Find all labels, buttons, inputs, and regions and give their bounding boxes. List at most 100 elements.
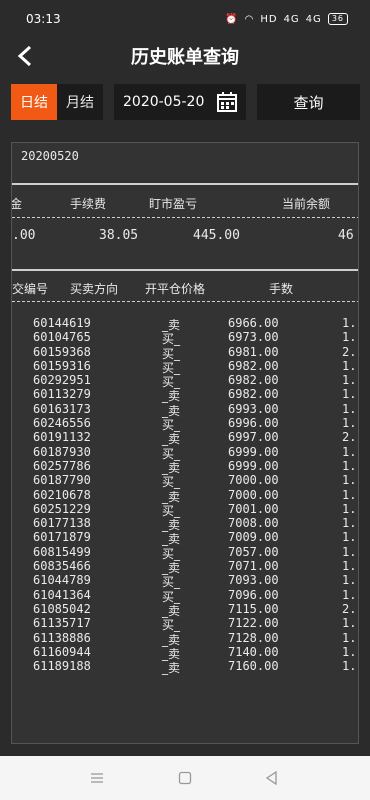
trade-price: 6966.00 — [228, 316, 279, 330]
trade-id: 60104765 — [33, 330, 91, 345]
trade-row: 60159368 买_ 6981.00 2. — [12, 344, 358, 361]
trade-row: 60187930 买_ 6999.00 1. — [12, 444, 358, 461]
menu-icon[interactable] — [89, 770, 105, 786]
date-picker[interactable]: 2020-05-20 — [114, 84, 246, 120]
statement-date: 20200520 — [21, 149, 79, 163]
trade-quantity: 1. — [342, 487, 357, 502]
back-icon[interactable] — [264, 770, 280, 786]
status-time: 03:13 — [26, 12, 61, 26]
column-header: 开平仓价格 — [145, 282, 206, 296]
trade-price: 6999.00 — [228, 458, 279, 473]
divider — [12, 183, 358, 185]
summary-value: 38.05 — [99, 228, 139, 243]
trade-id: 60163173 — [33, 401, 91, 416]
trade-id: 60187930 — [33, 444, 91, 459]
query-toolbar: 日结 月结 2020-05-20 查询 — [0, 84, 370, 120]
trade-id: 60159316 — [33, 358, 91, 373]
trade-id: 60171879 — [33, 530, 91, 545]
trade-row: 60251229 买_ 7001.00 1. — [12, 501, 358, 518]
trade-row: 60257786 _卖 6999.00 1. — [12, 458, 358, 475]
trade-row: 60113279 _卖 6982.00 1. — [12, 387, 358, 403]
trade-id: 61135717 — [33, 616, 91, 631]
trade-row: 60246556 买_ 6996.00 1. — [12, 416, 358, 432]
wifi-icon: ◠ — [244, 13, 255, 25]
trade-id: 60159368 — [33, 344, 91, 359]
trade-row: 60835466 _卖 7071.00 1. — [12, 559, 358, 575]
trade-id: 60144619 — [33, 316, 91, 330]
signal-2-label: 4G — [305, 13, 322, 25]
trade-id: 60210678 — [33, 487, 91, 502]
trade-quantity: 1. — [342, 358, 357, 373]
date-value: 2020-05-20 — [123, 94, 205, 110]
trade-quantity: 1. — [342, 444, 357, 459]
status-bar: 03:13 ⏰ ◠ HD 4G 4G 36 — [0, 0, 370, 38]
trade-price: 7001.00 — [228, 501, 279, 516]
trade-quantity: 1. — [342, 387, 357, 402]
trade-price: 6999.00 — [228, 444, 279, 459]
trade-row: 60104765 买_ 6973.00 1. — [12, 330, 358, 346]
trade-row: 60210678 _卖 7000.00 1. — [12, 487, 358, 504]
trade-price: 7160.00 — [228, 659, 279, 674]
trade-id: 60113279 — [33, 387, 91, 402]
trade-direction: _卖 — [162, 661, 181, 676]
alarm-icon: ⏰ — [225, 13, 239, 25]
trade-quantity: 1. — [342, 559, 357, 574]
tab-monthly[interactable]: 月结 — [57, 84, 103, 120]
trade-quantity: 1. — [342, 630, 357, 645]
trade-quantity: 1. — [342, 587, 357, 602]
summary-header: 当前余额 — [282, 197, 331, 211]
system-nav-bar — [0, 756, 370, 800]
summary-header: 手续费 — [70, 197, 107, 211]
trade-row: 60187790 买_ 7000.00 1. — [12, 473, 358, 489]
trade-row: 61160944 _卖 7140.00 1. — [12, 644, 358, 661]
trade-id: 61041364 — [33, 587, 91, 602]
home-icon[interactable] — [177, 770, 193, 786]
trade-quantity: 2. — [342, 430, 357, 445]
trade-quantity: 2. — [342, 344, 357, 359]
statement-panel[interactable]: 20200520 金 手续费 盯市盈亏 当前余额 .00 38.05 445.0… — [11, 142, 359, 744]
trade-row: 60292951 买_ 6982.00 1. — [12, 373, 358, 389]
trade-id: 60292951 — [33, 373, 91, 388]
summary-header: 金 — [11, 197, 23, 211]
trade-row: 60144619 _卖 6966.00 1. — [12, 316, 358, 332]
query-button[interactable]: 查询 — [257, 84, 360, 120]
trade-quantity: 1. — [342, 401, 357, 416]
calendar-icon[interactable] — [216, 91, 238, 113]
trade-quantity: 1. — [342, 659, 357, 674]
trade-row: 61189188 _卖 7160.00 1. — [12, 659, 358, 676]
trade-price: 6993.00 — [228, 401, 279, 416]
trade-id: 60246556 — [33, 416, 91, 431]
trade-price: 7009.00 — [228, 530, 279, 545]
trade-id: 61160944 — [33, 644, 91, 659]
summary-value: .00 — [12, 228, 36, 243]
column-header: 交编号 — [12, 282, 49, 296]
trade-quantity: 2. — [342, 601, 357, 616]
back-arrow-icon[interactable] — [12, 42, 38, 70]
trade-quantity: 1. — [342, 458, 357, 473]
dashed-divider — [12, 217, 358, 218]
trade-quantity: 1. — [342, 516, 357, 531]
trade-id: 60835466 — [33, 559, 91, 574]
summary-header: 盯市盈亏 — [149, 197, 198, 211]
trade-price: 7000.00 — [228, 487, 279, 502]
trade-row: 61138886 _卖 7128.00 1. — [12, 630, 358, 647]
trade-quantity: 1. — [342, 644, 357, 659]
trade-id: 61138886 — [33, 630, 91, 645]
trade-row: 61135717 买_ 7122.00 1. — [12, 616, 358, 632]
trade-price: 6982.00 — [228, 358, 279, 373]
trade-row: 60191132 _卖 6997.00 2. — [12, 430, 358, 446]
trade-row: 61085042 _卖 7115.00 2. — [12, 601, 358, 618]
tab-daily[interactable]: 日结 — [11, 84, 57, 120]
trade-id: 61085042 — [33, 601, 91, 616]
page-title: 历史账单查询 — [131, 47, 239, 68]
trade-quantity: 1. — [342, 416, 357, 431]
trade-price: 7093.00 — [228, 573, 279, 588]
trade-price: 6973.00 — [228, 330, 279, 345]
trade-id: 60191132 — [33, 430, 91, 445]
trade-price: 7115.00 — [228, 601, 279, 616]
trade-price: 7000.00 — [228, 473, 279, 488]
trade-price: 7140.00 — [228, 644, 279, 659]
trade-row: 61044789 买_ 7093.00 1. — [12, 573, 358, 589]
trade-row: 60815499 买_ 7057.00 1. — [12, 545, 358, 561]
trade-price: 6997.00 — [228, 430, 279, 445]
